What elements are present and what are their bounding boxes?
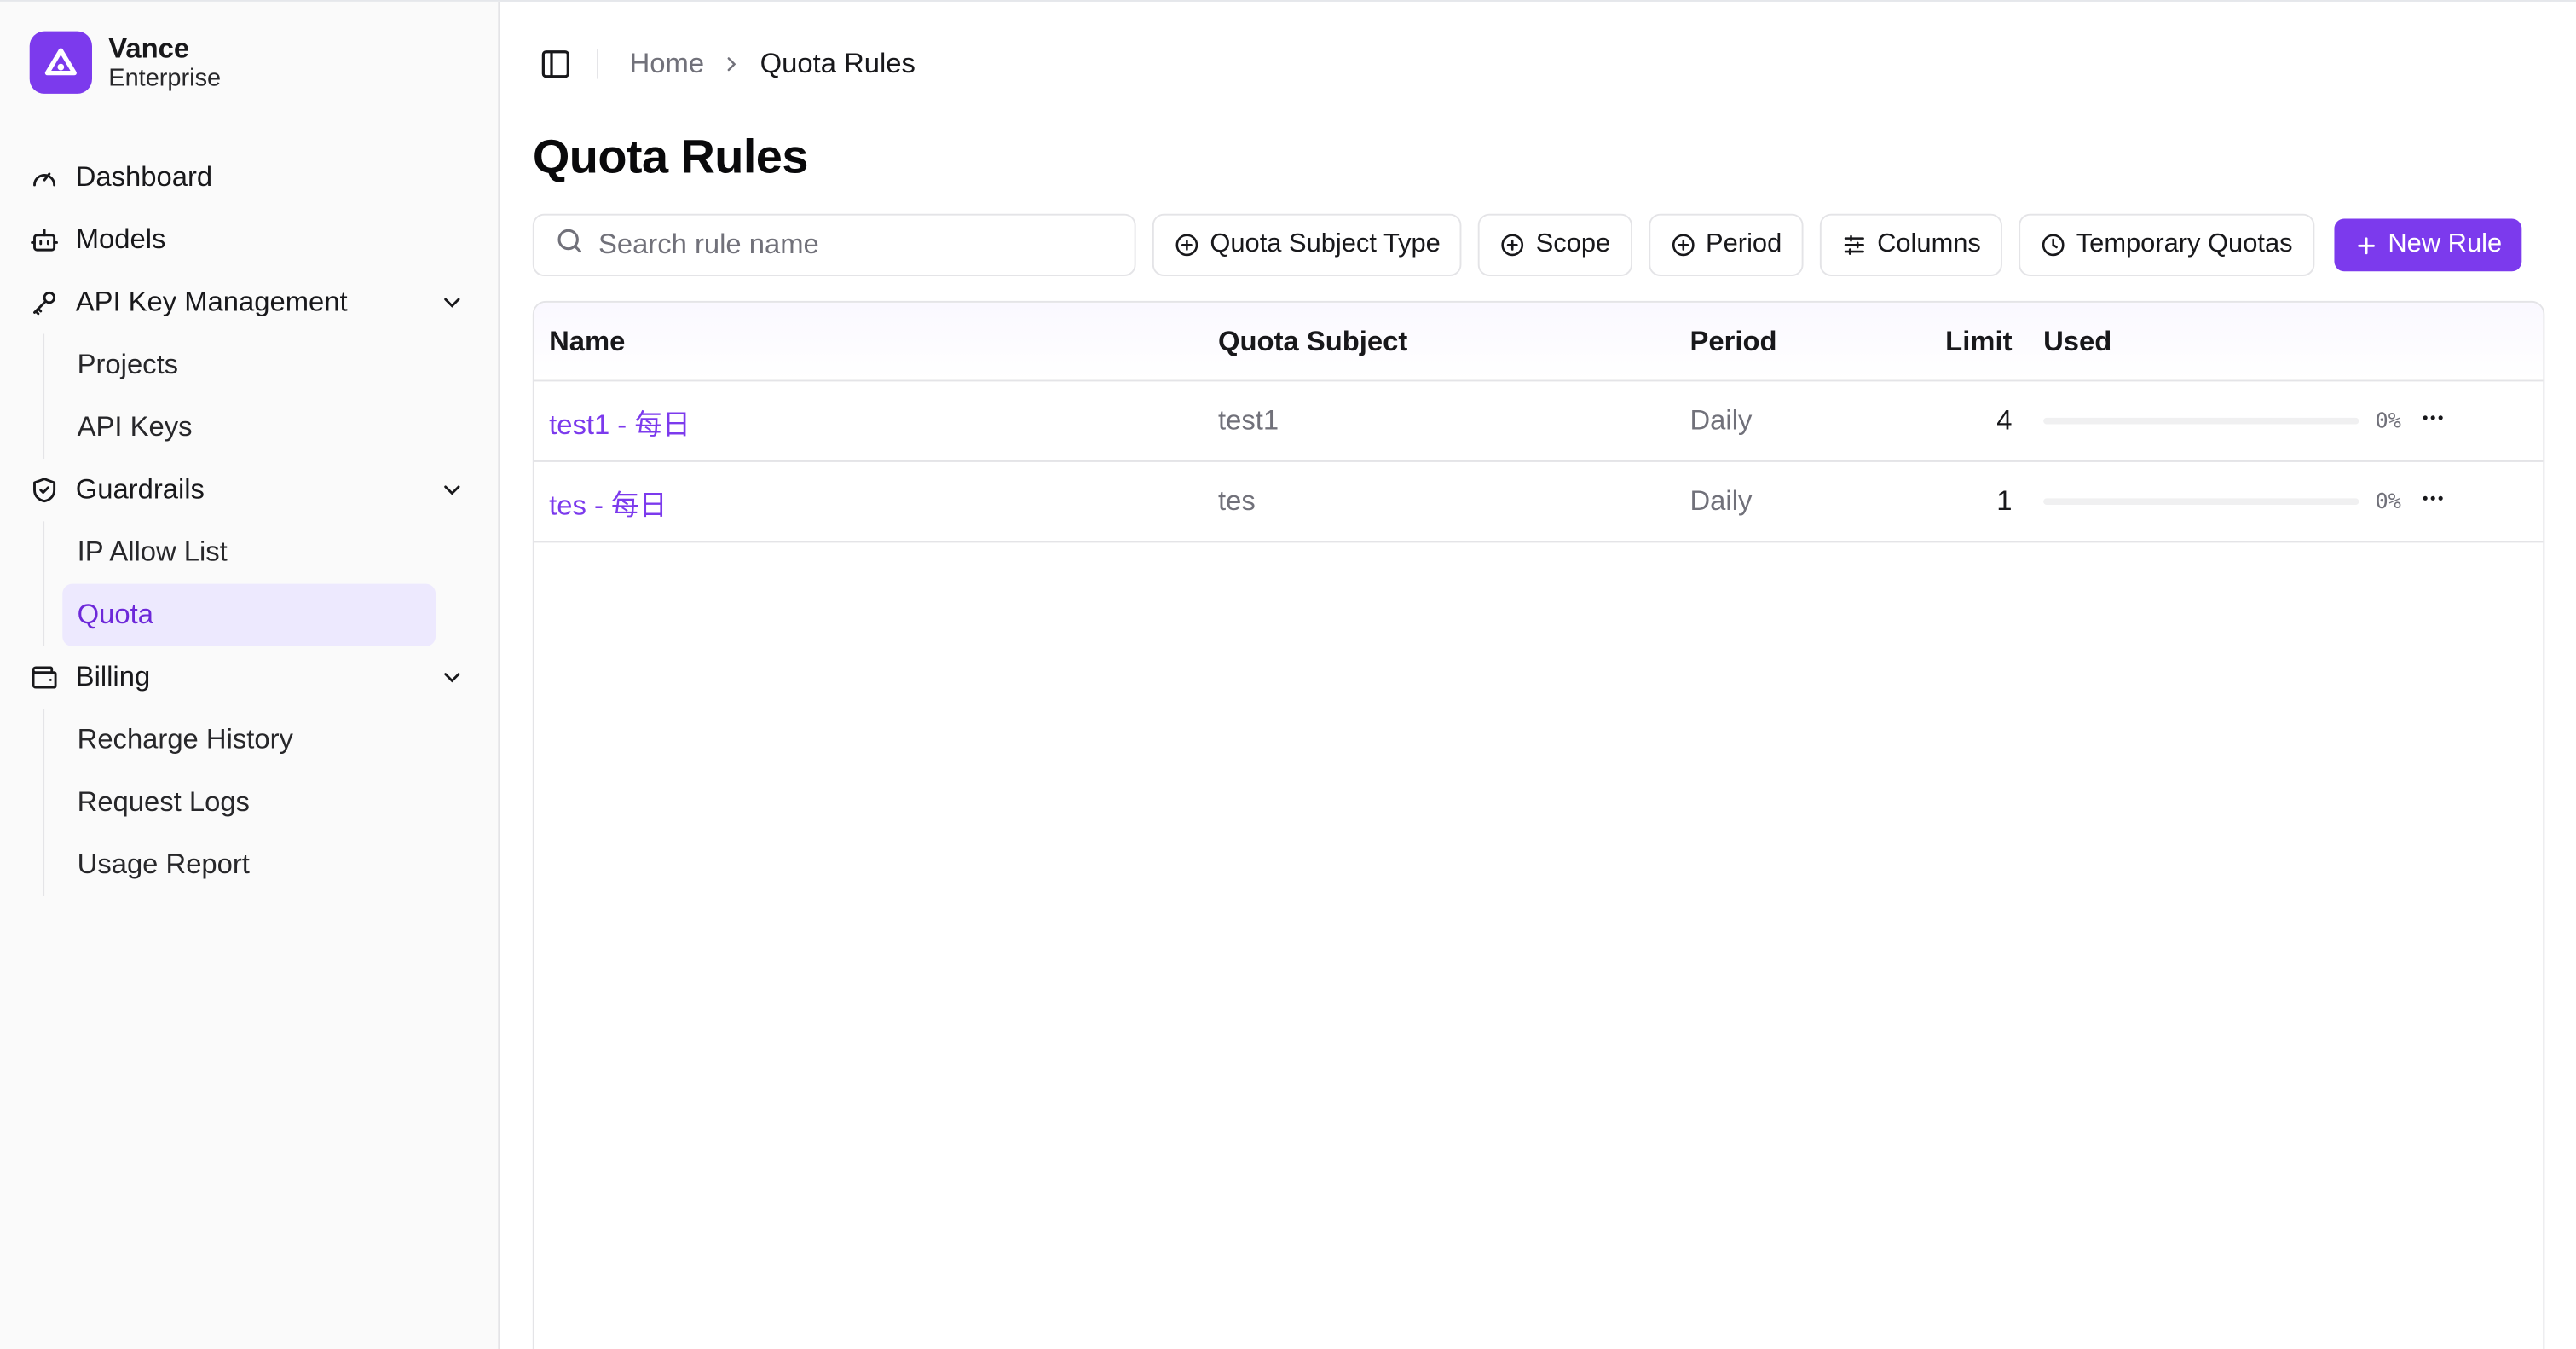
chevron-down-icon (439, 477, 465, 511)
new-rule-button[interactable]: New Rule (2333, 218, 2522, 272)
usage-progress-bar (2043, 417, 2359, 425)
breadcrumb-current: Quota Rules (760, 47, 915, 79)
rule-used: 0% (2012, 489, 2406, 514)
more-actions-button[interactable] (2420, 484, 2446, 518)
sidebar-toggle-button[interactable] (536, 44, 575, 84)
brand-subtitle: Enterprise (108, 64, 222, 93)
rule-limit: 4 (1996, 404, 2013, 437)
sidebar-item-quota[interactable]: Quota (62, 583, 436, 646)
search-box (532, 213, 1136, 276)
wallet-icon (30, 663, 60, 692)
sidebar-item-usage-report[interactable]: Usage Report (62, 834, 436, 896)
app-root: Vance Enterprise Dashboard Models API Ke… (0, 0, 2576, 1349)
sidebar-subgroup-api-key-management: Projects API Keys (30, 333, 469, 460)
rule-period: Daily (1689, 484, 1753, 517)
header-limit[interactable]: Limit (1903, 325, 2012, 358)
filter-quota-subject-type-button[interactable]: Quota Subject Type (1152, 213, 1462, 276)
header-quota-subject[interactable]: Quota Subject (1218, 325, 1689, 358)
sidebar-item-recharge-history[interactable]: Recharge History (62, 709, 436, 771)
usage-progress-bar (2043, 498, 2359, 506)
key-icon (30, 287, 60, 317)
sidebar-item-guardrails[interactable]: Guardrails (30, 459, 469, 521)
search-input[interactable] (598, 229, 1092, 262)
filter-scope-button[interactable]: Scope (1478, 213, 1632, 276)
brand-logo-icon (29, 31, 92, 94)
table-row[interactable]: tes - 每日 tes Daily 1 0% (534, 462, 2544, 543)
quota-rules-table: Name Quota Subject Period Limit Used tes… (532, 300, 2545, 1349)
header-name[interactable]: Name (534, 325, 1218, 358)
rule-name-link[interactable]: tes - 每日 (549, 489, 667, 521)
sidebar-item-dashboard[interactable]: Dashboard (30, 147, 469, 209)
columns-button[interactable]: Columns (1819, 213, 2002, 276)
rule-subject: test1 (1218, 404, 1279, 437)
divider (597, 49, 598, 79)
button-label: New Rule (2388, 229, 2503, 258)
table-header: Name Quota Subject Period Limit Used (534, 302, 2544, 382)
button-label: Temporary Quotas (2076, 229, 2293, 258)
rule-period: Daily (1689, 404, 1753, 437)
chevron-down-icon (439, 289, 465, 323)
sidebar-item-label: Billing (75, 661, 151, 692)
sidebar-item-label: Dashboard (75, 160, 213, 193)
rule-name-link[interactable]: test1 - 每日 (549, 408, 690, 440)
topbar: Home Quota Rules (533, 2, 2544, 127)
header-period[interactable]: Period (1689, 325, 1903, 358)
sidebar-item-ip-allow-list[interactable]: IP Allow List (62, 521, 436, 583)
search-icon (554, 225, 586, 264)
ellipsis-icon (2423, 495, 2443, 500)
panel-left-icon (541, 50, 569, 78)
page-title: Quota Rules (532, 131, 809, 184)
filter-period-button[interactable]: Period (1648, 213, 1804, 276)
sidebar-item-label: Models (75, 223, 166, 255)
rule-subject: tes (1218, 484, 1256, 517)
usage-percent: 0% (2375, 489, 2401, 514)
button-label: Scope (1535, 229, 1611, 258)
plus-icon (2357, 236, 2375, 254)
plus-circle-icon (1501, 234, 1524, 257)
usage-percent: 0% (2375, 408, 2401, 434)
clock-icon (2042, 234, 2065, 257)
header-used[interactable]: Used (2012, 325, 2406, 358)
temporary-quotas-button[interactable]: Temporary Quotas (2019, 213, 2314, 276)
plus-circle-icon (1672, 234, 1694, 257)
sidebar-item-billing[interactable]: Billing (30, 646, 469, 709)
chevron-right-icon (720, 53, 743, 76)
gauge-icon (30, 163, 60, 193)
sidebar-item-api-key-management[interactable]: API Key Management (30, 271, 469, 333)
robot-icon (30, 225, 60, 255)
button-label: Columns (1877, 229, 1981, 258)
button-label: Quota Subject Type (1210, 229, 1441, 258)
ellipsis-icon (2423, 414, 2443, 420)
more-actions-button[interactable] (2420, 403, 2446, 437)
main-content: Home Quota Rules Quota Rules Quota Subje… (500, 2, 2576, 1349)
table-row[interactable]: test1 - 每日 test1 Daily 4 0% (534, 381, 2544, 462)
brand-name: Vance (108, 32, 190, 64)
sidebar-item-label: Guardrails (75, 473, 205, 506)
sidebar-item-label: API Key Management (75, 286, 348, 318)
toolbar: Quota Subject Type Scope Period Columns … (532, 213, 2544, 276)
sidebar-subgroup-billing: Recharge History Request Logs Usage Repo… (30, 709, 469, 897)
plus-circle-icon (1175, 234, 1198, 257)
sliders-icon (1844, 234, 1864, 255)
chevron-down-icon (439, 664, 465, 698)
sidebar-subgroup-guardrails: IP Allow List Quota (30, 521, 469, 646)
sidebar-item-projects[interactable]: Projects (62, 333, 436, 396)
shield-check-icon (30, 475, 60, 505)
rule-limit: 1 (1996, 484, 2013, 517)
button-label: Period (1706, 229, 1782, 258)
breadcrumb-home[interactable]: Home (630, 48, 704, 81)
sidebar: Vance Enterprise Dashboard Models API Ke… (0, 1, 500, 1349)
sidebar-item-request-logs[interactable]: Request Logs (62, 771, 436, 833)
brand[interactable]: Vance Enterprise (29, 31, 469, 94)
sidebar-item-api-keys[interactable]: API Keys (62, 397, 436, 459)
sidebar-item-models[interactable]: Models (30, 209, 469, 271)
breadcrumb: Home Quota Rules (630, 48, 915, 81)
rule-used: 0% (2012, 408, 2406, 433)
